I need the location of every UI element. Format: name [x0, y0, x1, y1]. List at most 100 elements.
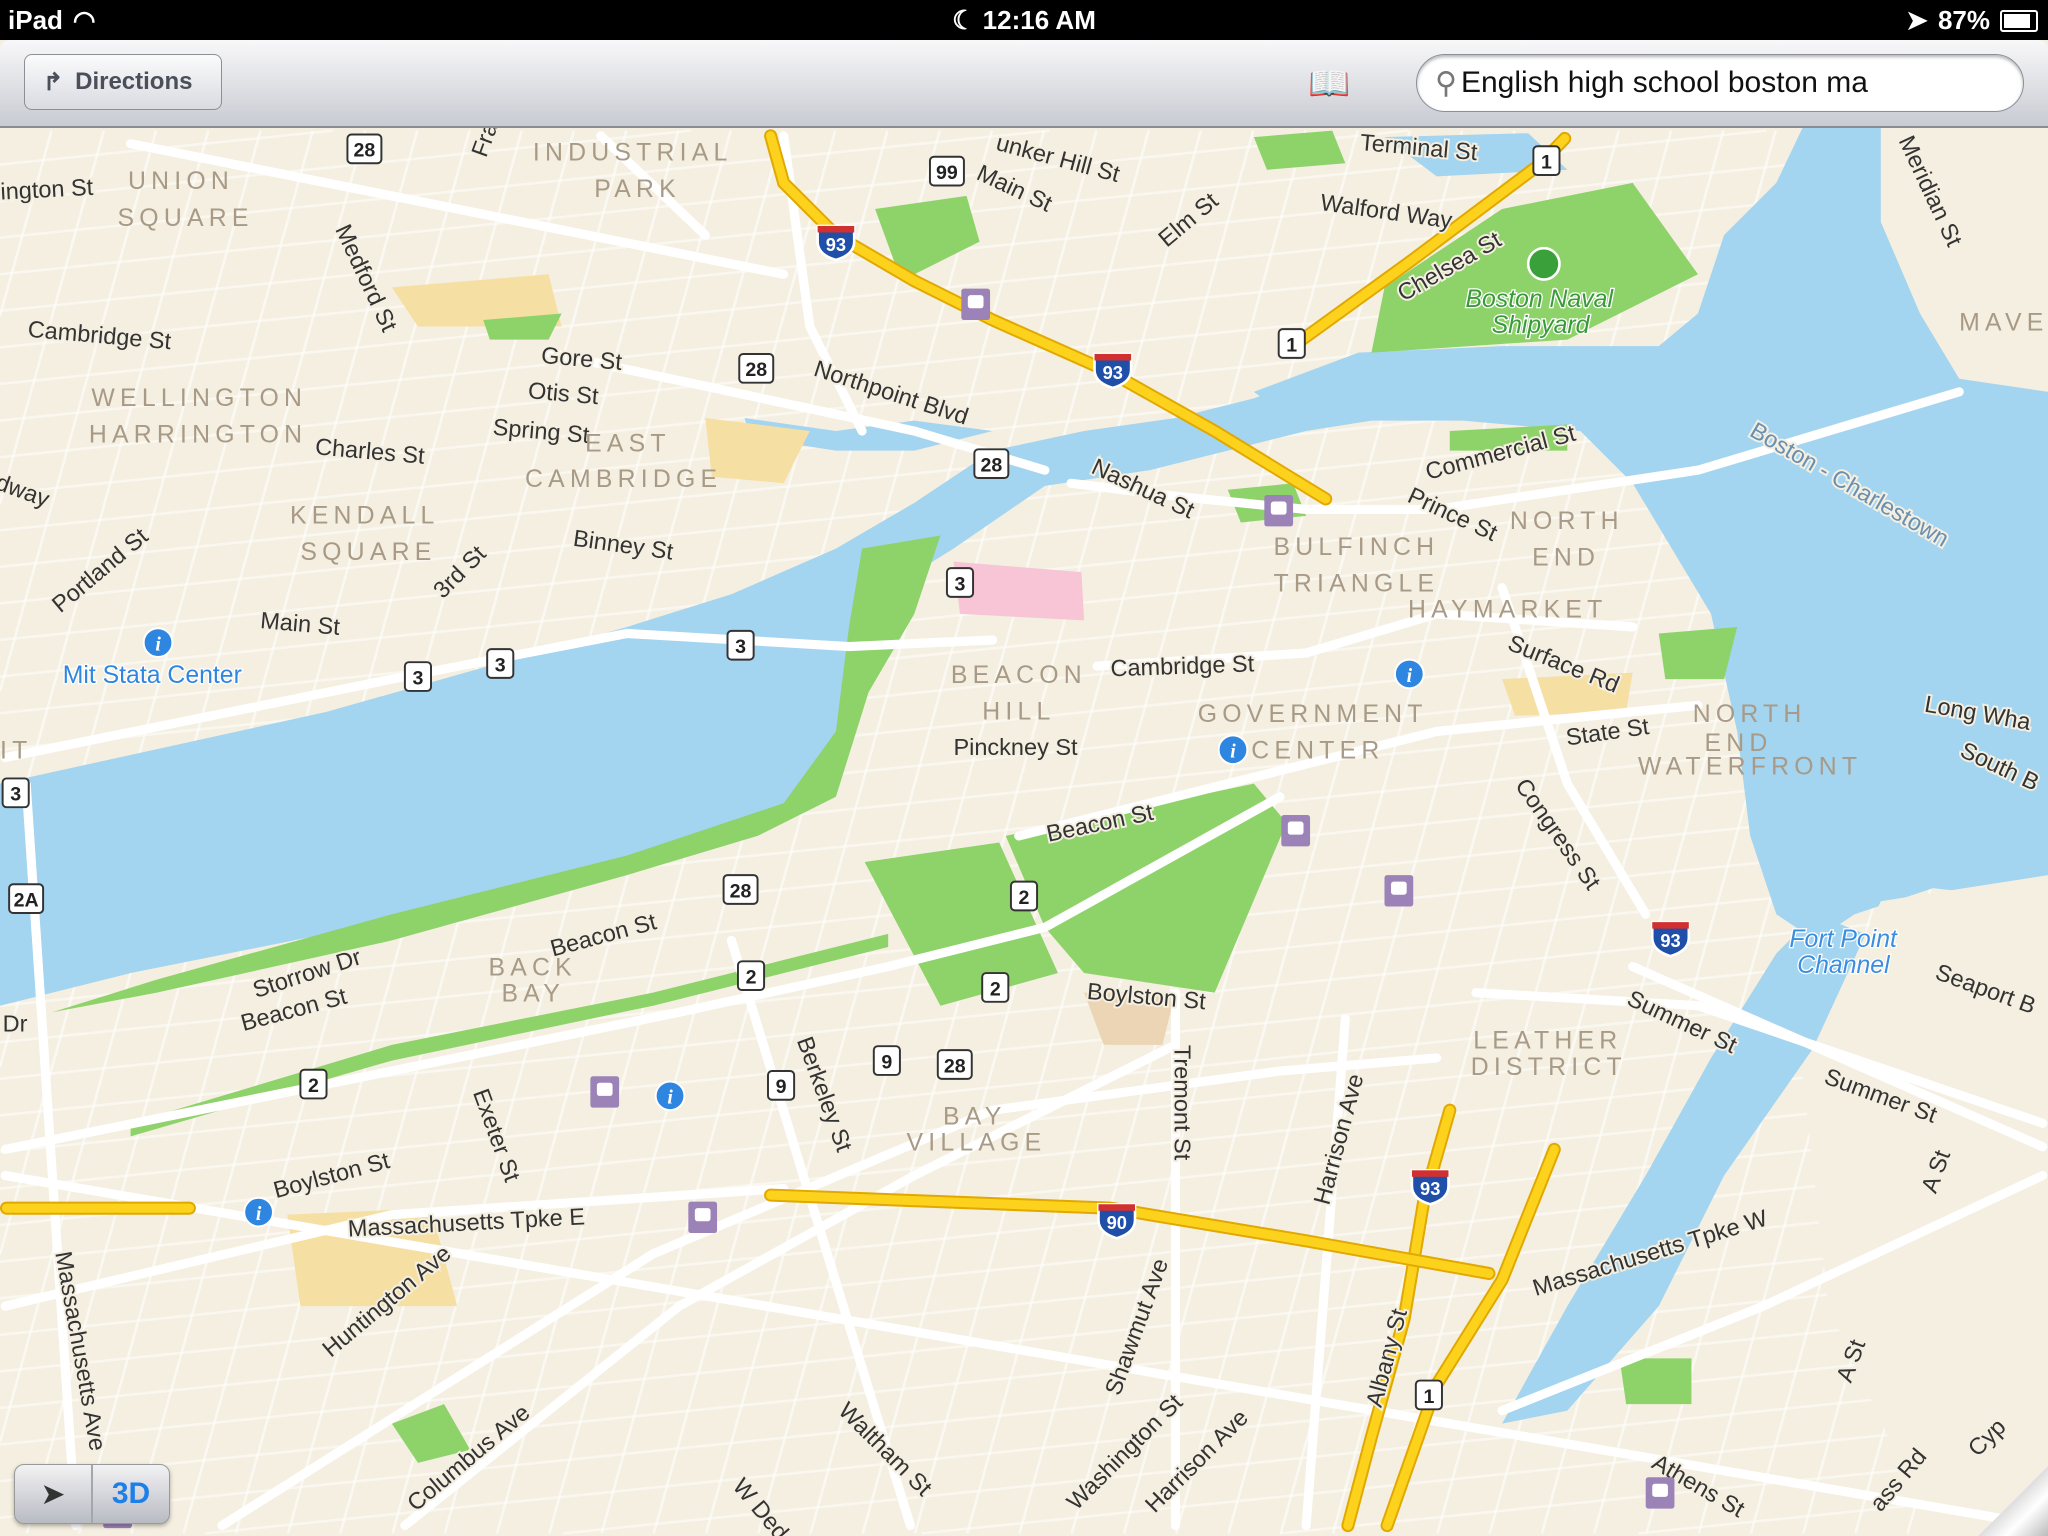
neighborhood-label: NORTH — [1693, 701, 1807, 728]
neighborhood-label: HAYMARKET — [1408, 597, 1608, 624]
train-glyph — [1270, 501, 1287, 515]
info-glyph: i — [256, 1204, 262, 1225]
neighborhood-label: BULFINCH — [1273, 534, 1439, 561]
route-number: 3 — [955, 573, 966, 595]
neighborhood-label: UNION — [128, 168, 234, 195]
route-number: 28 — [730, 880, 752, 902]
magnifier-icon: ⚲ — [1435, 66, 1457, 100]
neighborhood-label: CENTER — [1251, 738, 1384, 765]
neighborhood-label: BAY — [502, 981, 565, 1008]
battery-icon — [2000, 9, 2038, 32]
neighborhood-label: BEACON — [951, 662, 1087, 689]
train-glyph — [1287, 821, 1304, 835]
route-number: 2A — [14, 889, 39, 911]
turn-right-arrow-icon: ↱ — [43, 68, 64, 96]
train-glyph — [1391, 881, 1407, 895]
neighborhood-label: NORTH — [1510, 508, 1624, 535]
street-label: Dr — [3, 1011, 28, 1037]
neighborhood-label: CAMBRIDGE — [525, 466, 722, 493]
moon-icon: ☾ — [952, 5, 983, 35]
search-value: English high school boston ma — [1460, 66, 1868, 99]
route-number: 28 — [745, 359, 767, 381]
park — [1658, 626, 1738, 680]
route-number: 1 — [1286, 334, 1297, 356]
neighborhood-label: KENDALL — [290, 503, 440, 530]
neighborhood-label: IT — [0, 738, 33, 765]
poi-label: Mit Stata Center — [63, 662, 242, 689]
neighborhood-label: END — [1532, 544, 1600, 571]
neighborhood-label: BACK — [488, 954, 576, 981]
route-number: 99 — [936, 162, 958, 184]
train-glyph — [967, 295, 984, 309]
3d-button[interactable]: 3D — [93, 1465, 169, 1523]
route-number: 28 — [980, 455, 1002, 477]
neighborhood-label: BAY — [943, 1103, 1006, 1130]
location-arrow-icon[interactable]: ➤ — [15, 1465, 93, 1523]
route-number: 28 — [354, 140, 376, 162]
poi-label: Boston Naval — [1465, 286, 1614, 313]
interstate-number: 93 — [1420, 1178, 1440, 1199]
route-number: 1 — [1423, 1386, 1434, 1408]
toolbar: ↱ Directions 📖 ⚲ English high school bosto… — [0, 40, 2048, 128]
neighborhood-label: LEATHER — [1473, 1028, 1622, 1055]
directions-label: Directions — [75, 68, 193, 95]
train-glyph — [694, 1208, 711, 1222]
route-number: 2 — [746, 967, 757, 989]
map-controls: ➤ 3D — [14, 1464, 170, 1524]
route-number: 1 — [1541, 151, 1552, 173]
interstate-number: 90 — [1107, 1212, 1127, 1233]
street-label: Tremont St — [1169, 1045, 1195, 1161]
route-number: 2 — [308, 1075, 319, 1097]
poi-label: Channel — [1797, 952, 1891, 979]
interstate-shield-band — [1411, 1170, 1449, 1177]
street-label: ington St — [0, 174, 94, 205]
directions-button[interactable]: ↱ Directions — [24, 54, 222, 110]
street-label: Cambridge St — [1110, 650, 1255, 681]
route-number: 3 — [413, 667, 424, 689]
route-number: 3 — [495, 654, 506, 676]
route-number: 3 — [10, 784, 21, 806]
interstate-shield-band — [1094, 353, 1132, 361]
interstate-number: 93 — [1103, 362, 1123, 383]
park-tree-icon — [1526, 246, 1561, 281]
park — [1619, 1358, 1692, 1405]
route-number: 9 — [881, 1051, 892, 1073]
status-bar: iPad ◠ ☾ 12:16 AM ➤ 87% — [0, 0, 2048, 40]
clock: 12:16 AM — [982, 5, 1096, 35]
neighborhood-label: MAVE — [1959, 309, 2048, 336]
route-number: 3 — [735, 636, 746, 658]
interstate-shield-band — [1652, 922, 1689, 929]
poi-label: Shipyard — [1492, 312, 1591, 339]
neighborhood-label: INDUSTRIAL — [533, 139, 733, 166]
train-glyph — [596, 1082, 613, 1096]
info-glyph: i — [667, 1088, 673, 1109]
bookmarks-book-icon[interactable]: 📖 — [1308, 64, 1350, 104]
neighborhood-label: GOVERNMENT — [1198, 701, 1428, 728]
park — [1253, 130, 1346, 170]
interstate-shield-band — [1098, 1204, 1136, 1211]
location-services-icon: ➤ — [1906, 5, 1928, 35]
info-glyph: i — [155, 634, 161, 655]
neighborhood-label: HARRINGTON — [89, 422, 307, 449]
neighborhood-label: TRIANGLE — [1273, 570, 1439, 597]
neighborhood-label: WELLINGTON — [91, 385, 307, 412]
info-glyph: i — [1230, 742, 1236, 763]
street-label: Pinckney St — [953, 734, 1078, 760]
neighborhood-label: DISTRICT — [1471, 1054, 1627, 1081]
interstate-shield-band — [817, 225, 855, 233]
neighborhood-label: HILL — [982, 698, 1055, 725]
neighborhood-label: WATERFRONT — [1638, 753, 1862, 780]
neighborhood-label: PARK — [594, 176, 681, 203]
route-number: 2 — [990, 978, 1001, 1000]
neighborhood-label: EAST — [585, 431, 671, 458]
neighborhood-label: SQUARE — [300, 539, 436, 566]
interstate-number: 93 — [1660, 930, 1680, 951]
interstate-number: 93 — [826, 234, 846, 255]
route-number: 28 — [944, 1055, 966, 1077]
neighborhood-label: VILLAGE — [906, 1130, 1046, 1157]
page-curl[interactable] — [1978, 1466, 2048, 1536]
train-glyph — [1652, 1483, 1668, 1497]
search-input[interactable]: ⚲ English high school boston ma — [1416, 54, 2024, 112]
route-number: 9 — [776, 1076, 787, 1098]
map-view[interactable]: ington StCambridge St Medford StGore StOt… — [0, 128, 2048, 1536]
